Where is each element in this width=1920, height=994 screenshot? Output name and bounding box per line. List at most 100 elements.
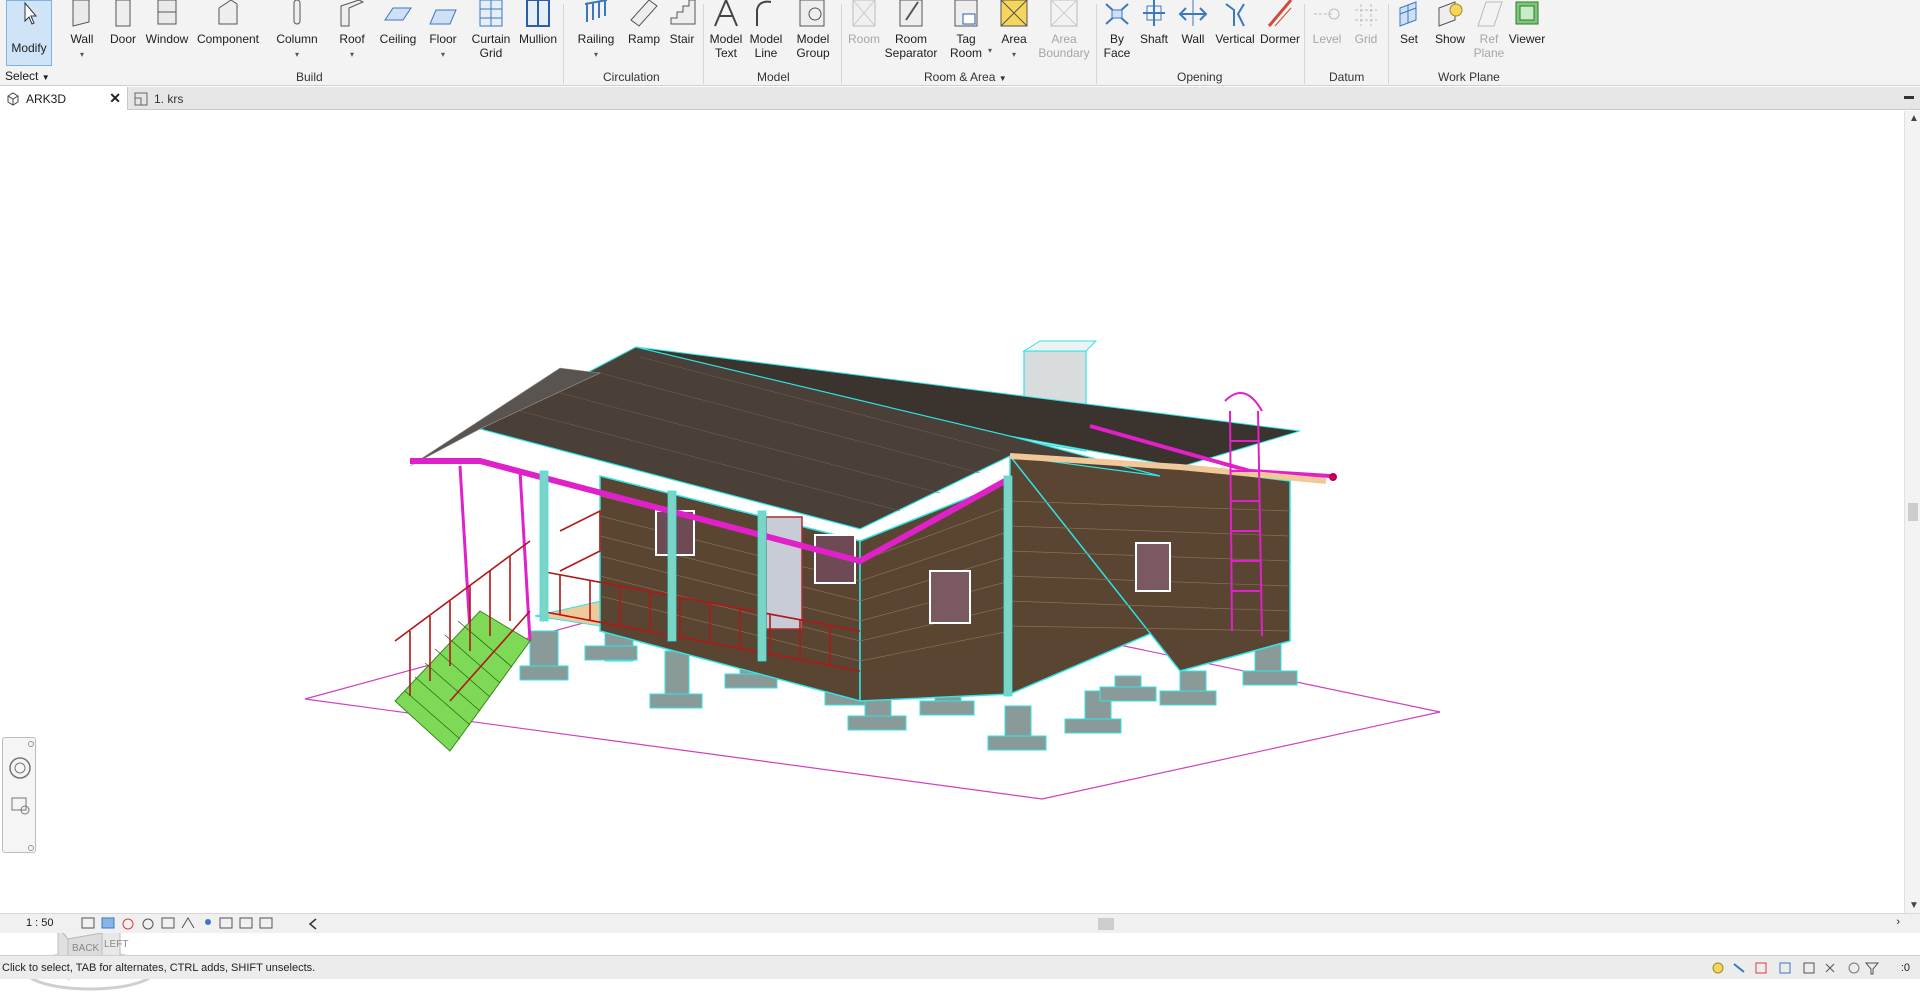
tab-label: ARK3D [26, 91, 67, 106]
scroll-right-icon[interactable]: › [1896, 916, 1900, 928]
model-group-icon [799, 0, 825, 27]
model-text-label-2: Text [714, 46, 737, 60]
room-separator-icon [899, 0, 923, 27]
panel-separator [1096, 4, 1097, 84]
scroll-down-icon[interactable]: ▼ [1909, 900, 1919, 911]
tab-ark3d[interactable]: ARK3D ✕ [0, 87, 128, 110]
wall-opening-label: Wall [1181, 32, 1205, 46]
panel-label-opening: Opening [1177, 70, 1223, 84]
view-control-bar: 1 : 50 › [0, 913, 1920, 933]
shaft-button[interactable]: Shaft [1136, 0, 1172, 64]
viewer-button[interactable]: Viewer [1506, 0, 1548, 64]
window-button[interactable]: Window [144, 0, 190, 64]
house-model-3d[interactable] [0, 111, 1904, 913]
mullion-button[interactable]: Mullion [514, 0, 562, 64]
room-button[interactable]: Room [844, 0, 884, 64]
column-button[interactable]: Column ▾ [274, 0, 320, 64]
panel-separator [1304, 4, 1305, 84]
panel-label-room-area[interactable]: Room & Area ▼ [924, 70, 1007, 84]
room-separator-button[interactable]: Room Separator [884, 0, 938, 64]
wall-opening-button[interactable]: Wall [1176, 0, 1210, 64]
select-dropdown[interactable]: Select ▼ [5, 69, 50, 83]
show-label: Show [1434, 32, 1466, 46]
wall-button[interactable]: Wall ▾ [66, 0, 98, 64]
chevron-down-icon: ▾ [987, 46, 992, 55]
scroll-up-icon[interactable]: ▲ [1909, 113, 1919, 124]
3d-viewport[interactable]: BACK LEFT [0, 111, 1904, 991]
vertical-scrollbar[interactable]: ▲ ▼ [1904, 111, 1920, 913]
ceiling-icon [384, 7, 412, 21]
chevron-down-icon: ▾ [593, 50, 599, 59]
tag-room-icon [954, 0, 978, 27]
set-button[interactable]: Set [1392, 0, 1426, 64]
level-label: Level [1312, 32, 1342, 46]
component-button[interactable]: Component [196, 0, 260, 64]
horizontal-scroll-thumb[interactable] [1098, 918, 1114, 930]
area-button[interactable]: Area ▾ [994, 0, 1034, 64]
area-boundary-button[interactable]: Area Boundary [1036, 0, 1092, 64]
status-bar: Click to select, TAB for alternates, CTR… [0, 955, 1920, 979]
stair [394, 610, 531, 752]
by-face-button[interactable]: By Face [1100, 0, 1134, 64]
area-boundary-label-2: Boundary [1038, 46, 1090, 60]
dormer-button[interactable]: Dormer [1258, 0, 1302, 64]
model-group-button[interactable]: Model Group [792, 0, 834, 64]
model-line-icon [756, 0, 772, 26]
set-label: Set [1399, 32, 1418, 46]
shaft-icon [1143, 0, 1165, 26]
level-button[interactable]: Level [1310, 0, 1344, 64]
nav-wheel-icon[interactable] [3, 738, 37, 854]
vertical-opening-button[interactable]: Vertical [1212, 0, 1258, 64]
ramp-label: Ramp [627, 32, 660, 46]
wall-icon [72, 0, 90, 27]
stair-label: Stair [669, 32, 695, 46]
model-text-button[interactable]: Model Text [706, 0, 746, 64]
window-side [929, 570, 971, 624]
ref-plane-button[interactable]: Ref Plane [1472, 0, 1506, 64]
grid-button[interactable]: Grid [1350, 0, 1382, 64]
modify-button[interactable]: Modify [6, 0, 52, 66]
chevron-down-icon: ▾ [349, 50, 355, 59]
view-control-icons[interactable] [80, 916, 320, 932]
model-group-label-1: Model [796, 32, 830, 46]
wall-opening-icon [1178, 0, 1208, 26]
selection-filter-icons[interactable] [1710, 960, 1880, 976]
selection-count: :0 [1900, 962, 1910, 974]
panel-separator [563, 4, 564, 84]
roof-button[interactable]: Roof ▾ [336, 0, 368, 64]
show-button[interactable]: Show [1430, 0, 1470, 64]
viewcube-back-label[interactable]: BACK [72, 943, 99, 954]
panel-label-model: Model [757, 70, 790, 84]
modify-label: Modify [11, 41, 47, 55]
stair-button[interactable]: Stair [664, 0, 700, 64]
by-face-icon [1105, 3, 1129, 25]
dormer-label: Dormer [1259, 32, 1300, 46]
view-scale[interactable]: 1 : 50 [26, 917, 54, 929]
column-icon [293, 0, 301, 25]
panel-separator [1388, 4, 1389, 84]
model-line-button[interactable]: Model Line [746, 0, 786, 64]
ramp-button[interactable]: Ramp [624, 0, 664, 64]
front-door [765, 516, 803, 630]
railing-button[interactable]: Railing ▾ [574, 0, 618, 64]
viewcube-left-label[interactable]: LEFT [104, 939, 128, 950]
curtain-grid-label-1: Curtain [471, 32, 511, 46]
door-button[interactable]: Door [106, 0, 140, 64]
floor-button[interactable]: Floor ▾ [426, 0, 460, 64]
navigation-bar[interactable] [2, 737, 36, 853]
scroll-thumb[interactable] [1908, 503, 1918, 521]
wall-label: Wall [70, 32, 94, 46]
tab-1-krs[interactable]: 1. krs [128, 87, 268, 110]
tab-label: 1. krs [154, 91, 184, 106]
curtain-grid-button[interactable]: Curtain Grid [468, 0, 514, 64]
room-label: Room [847, 32, 880, 46]
model-text-icon [714, 0, 738, 27]
tag-room-button[interactable]: Tag Room ▾ [944, 0, 992, 64]
ceiling-button[interactable]: Ceiling [376, 0, 420, 64]
panel-separator [841, 4, 842, 84]
tab-menu-icon[interactable]: ▬ [1904, 91, 1914, 102]
viewer-icon [1515, 1, 1539, 25]
window-icon [157, 0, 177, 25]
panel-label-build: Build [296, 70, 323, 84]
close-icon[interactable]: ✕ [109, 90, 121, 107]
